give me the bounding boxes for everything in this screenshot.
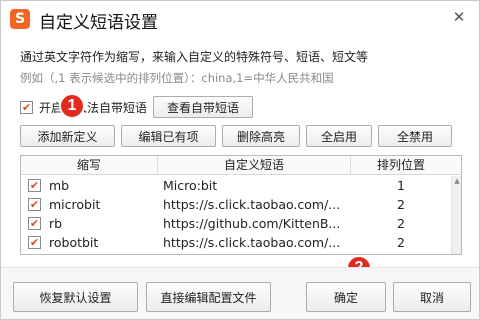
add-definition-button[interactable]: 添加新定义 xyxy=(20,125,115,147)
row-checkbox[interactable]: ✔ xyxy=(28,217,41,230)
example-text: 例如（,1 表示候选中的排列位置）：china,1=中华人民共和国 xyxy=(20,71,334,85)
table-scrollbar[interactable]: ▲ xyxy=(451,176,461,254)
row-position: 2 xyxy=(397,197,405,212)
column-header-phrase[interactable]: 自定义短语 xyxy=(158,156,351,175)
row-checkbox[interactable]: ✔ xyxy=(28,179,41,192)
ok-button[interactable]: 确定 xyxy=(306,282,386,312)
row-abbr: rb xyxy=(49,216,63,231)
cancel-button[interactable]: 取消 xyxy=(393,282,471,312)
table-row[interactable]: ✔ rb https://github.com/KittenB... 2 xyxy=(21,214,451,233)
row-abbr: mb xyxy=(49,178,70,193)
dialog-title: 自定义短语设置 xyxy=(39,13,158,33)
row-checkbox[interactable]: ✔ xyxy=(28,198,41,211)
title-bar: S 自定义短语设置 ✕ xyxy=(1,1,479,37)
close-icon[interactable]: ✕ xyxy=(449,7,469,27)
restore-default-button[interactable]: 恢复默认设置 xyxy=(13,282,138,312)
custom-phrase-dialog: S 自定义短语设置 ✕ 通过英文字符作为缩写，来输入自定义的特殊符号、短语、短文… xyxy=(0,0,480,320)
view-builtin-phrases-button[interactable]: 查看自带短语 xyxy=(153,96,253,118)
row-phrase: Micro:bit xyxy=(163,178,218,193)
table-row[interactable]: ✔ microbit https://s.click.taobao.com/..… xyxy=(21,195,451,214)
disable-all-button[interactable]: 全禁用 xyxy=(378,125,452,147)
description-text: 通过英文字符作为缩写，来输入自定义的特殊符号、短语、短文等 xyxy=(20,50,369,64)
row-position: 1 xyxy=(397,178,405,193)
row-position: 2 xyxy=(397,216,405,231)
column-header-abbr[interactable]: 缩写 xyxy=(21,156,158,175)
row-phrase: https://s.click.taobao.com/... xyxy=(163,235,341,250)
table-row[interactable]: ✔ robotbit https://s.click.taobao.com/..… xyxy=(21,233,451,252)
sogou-logo-icon: S xyxy=(10,9,30,29)
row-checkbox[interactable]: ✔ xyxy=(28,236,41,249)
enable-builtin-label: 开启输入法自带短语 xyxy=(39,100,148,115)
row-position: 2 xyxy=(397,235,405,250)
phrase-table: 缩写 自定义短语 排列位置 ✔ mb Micro:bit 1 ✔ microbi… xyxy=(20,155,462,255)
annotation-badge-1: 1 xyxy=(59,93,85,119)
row-phrase: https://github.com/KittenB... xyxy=(163,216,341,231)
row-abbr: microbit xyxy=(49,197,101,212)
scroll-up-arrow-icon[interactable]: ▲ xyxy=(452,176,461,186)
row-phrase: https://s.click.taobao.com/... xyxy=(163,197,341,212)
row-abbr: robotbit xyxy=(49,235,99,250)
edit-config-file-button[interactable]: 直接编辑配置文件 xyxy=(146,282,271,312)
delete-highlight-button[interactable]: 删除高亮 xyxy=(222,125,300,147)
edit-item-button[interactable]: 编辑已有项 xyxy=(121,125,216,147)
column-header-position[interactable]: 排列位置 xyxy=(351,156,451,175)
table-row[interactable]: ✔ mb Micro:bit 1 xyxy=(21,176,451,195)
enable-builtin-checkbox[interactable]: ✔ xyxy=(20,100,33,114)
table-header: 缩写 自定义短语 排列位置 xyxy=(21,156,461,175)
enable-all-button[interactable]: 全启用 xyxy=(306,125,372,147)
table-body: ✔ mb Micro:bit 1 ✔ microbit https://s.cl… xyxy=(21,176,451,252)
